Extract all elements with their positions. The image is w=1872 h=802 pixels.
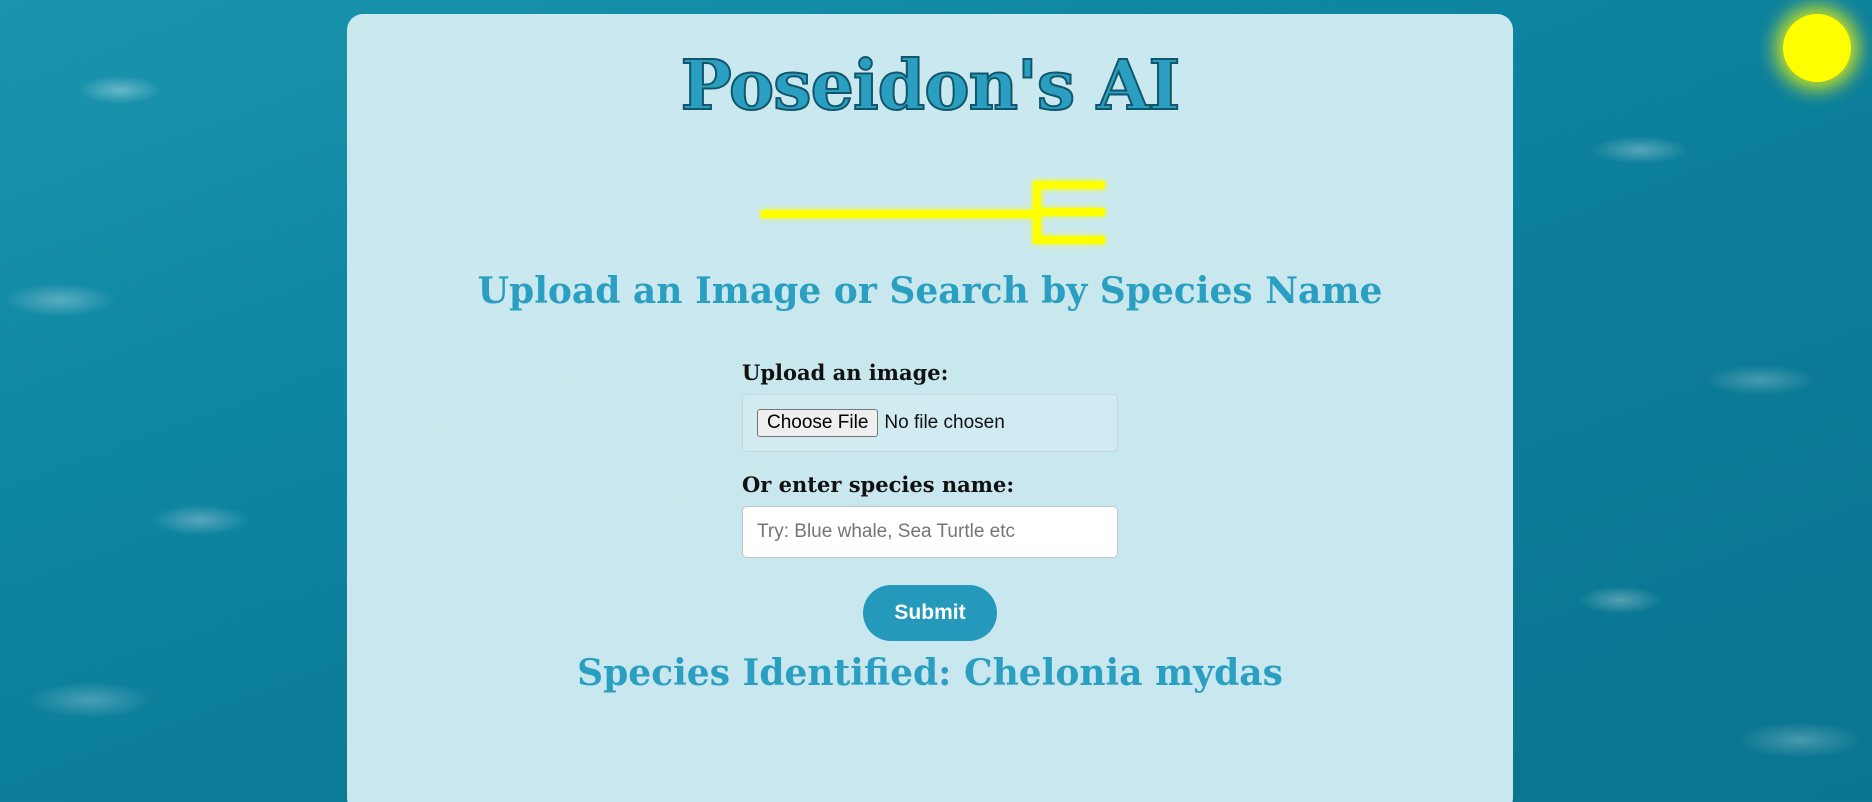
- upload-label: Upload an image:: [742, 360, 949, 385]
- submit-button[interactable]: Submit: [863, 585, 997, 641]
- page-subtitle: Upload an Image or Search by Species Nam…: [477, 270, 1383, 312]
- choose-file-button[interactable]: Choose File: [757, 409, 879, 437]
- search-form: Upload an image: Choose File No file cho…: [742, 360, 1122, 558]
- main-card: Poseidon's AI Upload an Image or Search …: [347, 14, 1513, 802]
- trident-icon: [761, 181, 1105, 244]
- species-label: Or enter species name:: [742, 472, 1015, 497]
- file-status-text: No file chosen: [884, 412, 1005, 433]
- species-name-input[interactable]: [742, 506, 1118, 558]
- page-title: Poseidon's AI: [680, 45, 1182, 127]
- species-result: Species Identified: Chelonia mydas: [577, 652, 1283, 694]
- file-upload-field[interactable]: Choose File No file chosen: [742, 394, 1118, 452]
- sun-decoration: [1783, 14, 1851, 82]
